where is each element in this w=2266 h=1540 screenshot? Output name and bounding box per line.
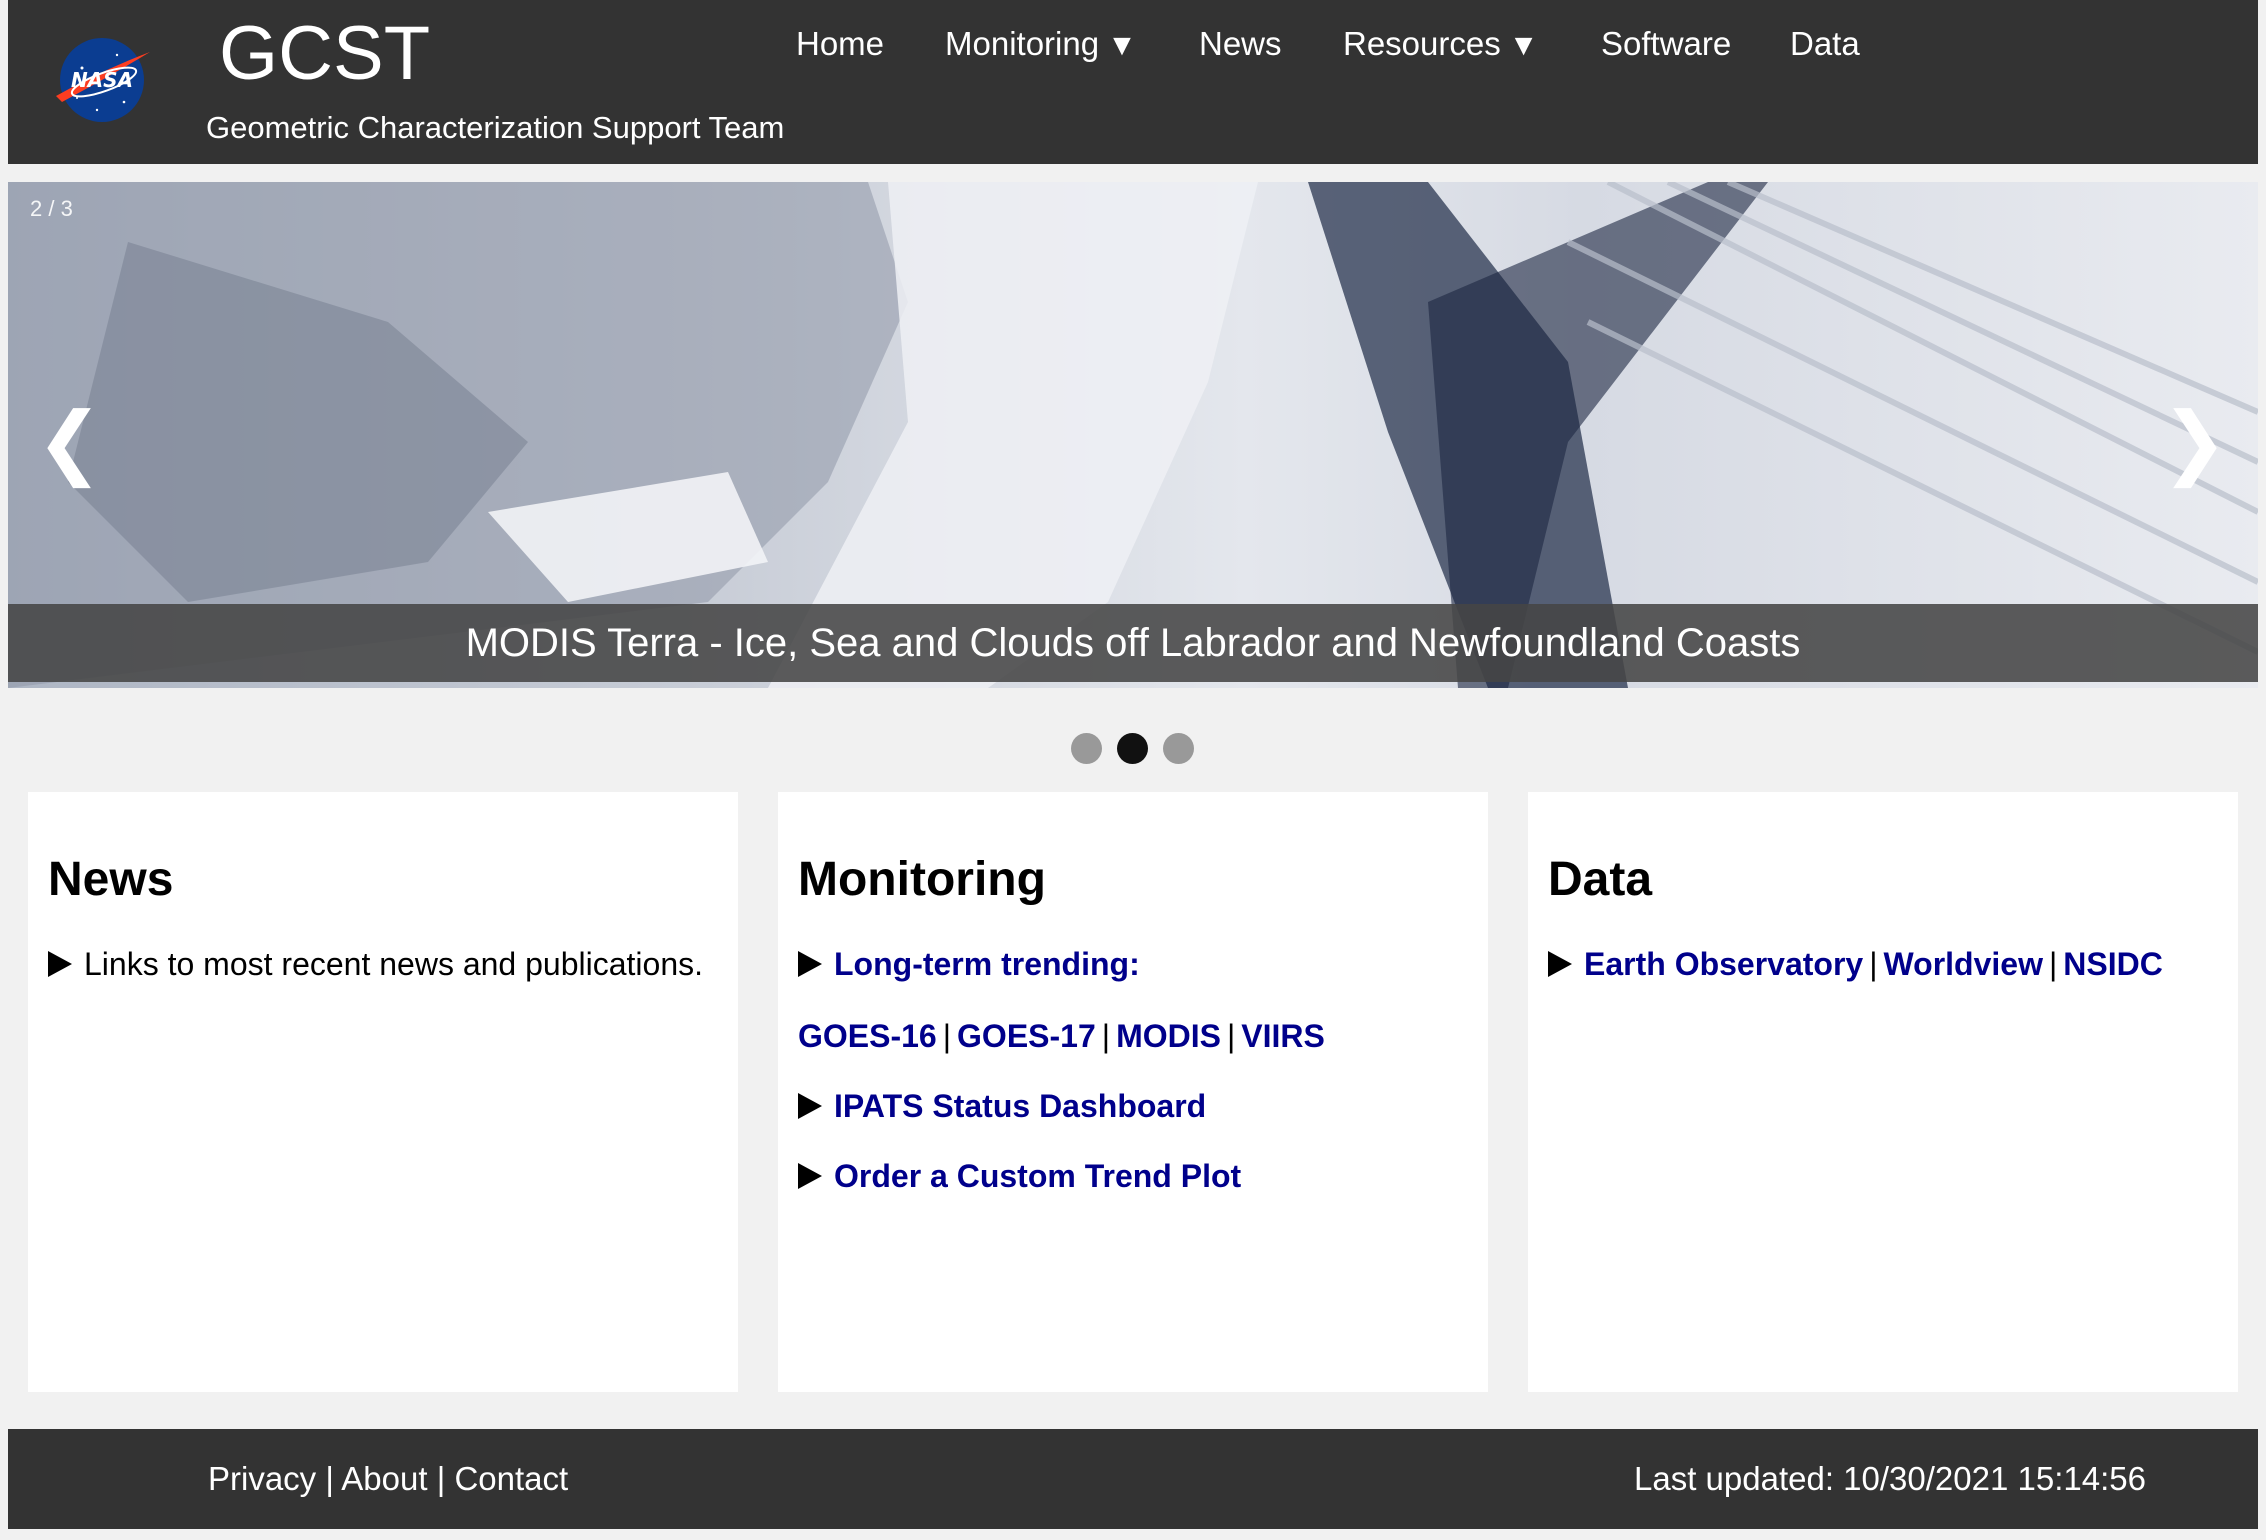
right-triangle-icon [798,951,822,977]
news-card-title: News [48,853,174,906]
nav-resources-dropdown[interactable]: Resources ▼ [1343,22,1538,68]
slide-dot-1[interactable] [1071,733,1102,764]
news-item: Links to most recent news and publicatio… [48,942,703,986]
caret-down-icon: ▼ [1107,29,1137,62]
site-title[interactable]: GCST [219,4,430,104]
trending-links-row: GOES-16 | GOES-17 | MODIS | VIIRS [798,1014,1325,1058]
nav-home[interactable]: Home [796,22,884,66]
logo-text: NASA [71,68,133,92]
data-card: Data Earth Observatory | Worldview | NSIDC [1528,792,2238,1392]
order-plot-item: Order a Custom Trend Plot [798,1154,1241,1198]
slide-caption: MODIS Terra - Ice, Sea and Clouds off La… [465,621,1801,665]
modis-link[interactable]: MODIS [1116,1018,1221,1054]
slide-counter: 2 / 3 [30,196,73,221]
next-slide-button[interactable]: ❯ [2161,402,2228,482]
site-subtitle: Geometric Characterization Support Team [206,110,785,145]
data-links-item: Earth Observatory | Worldview | NSIDC [1548,942,2163,986]
separator: | [1101,1018,1111,1054]
image-slideshow: 2 / 3 ❮ ❯ MODIS Terra - Ice, Sea and Clo… [8,182,2258,688]
caret-down-icon: ▼ [1508,29,1539,62]
slide-dot-2[interactable] [1117,733,1148,764]
right-triangle-icon [1548,951,1572,977]
news-item-text: Links to most recent news and publicatio… [84,946,703,982]
order-custom-trend-plot-link[interactable]: Order a Custom Trend Plot [834,1158,1241,1194]
ipats-item: IPATS Status Dashboard [798,1084,1206,1128]
about-link[interactable]: About [341,1460,427,1497]
data-card-title: Data [1548,853,1653,906]
long-term-trending-item: Long-term trending: [798,942,1140,986]
news-card: News Links to most recent news and publi… [28,792,738,1392]
nasa-logo-icon[interactable]: NASA [52,30,152,130]
separator: | [1869,946,1878,982]
nav-software[interactable]: Software [1601,22,1731,66]
monitoring-card: Monitoring Long-term trending: GOES-16 | G… [778,792,1488,1392]
goes17-link[interactable]: GOES-17 [957,1018,1096,1054]
separator: | [1226,1018,1236,1054]
nav-news-label: News [1199,25,1282,62]
contact-link[interactable]: Contact [454,1460,568,1497]
right-triangle-icon [798,1093,822,1119]
privacy-link[interactable]: Privacy [208,1460,316,1497]
earth-observatory-link[interactable]: Earth Observatory [1584,946,1863,982]
separator: | [2048,946,2058,982]
nav-data-label: Data [1790,25,1860,62]
separator: | [325,1460,334,1497]
nav-home-label: Home [796,25,885,62]
nav-resources-label: Resources [1343,25,1501,62]
worldview-link[interactable]: Worldview [1884,946,2043,982]
nav-software-label: Software [1601,25,1732,62]
monitoring-card-title: Monitoring [798,853,1046,906]
previous-slide-button[interactable]: ❮ [36,402,103,482]
nav-data[interactable]: Data [1790,22,1860,66]
nsidc-link[interactable]: NSIDC [2063,946,2163,982]
nav-news[interactable]: News [1199,22,1282,66]
separator: | [436,1460,446,1497]
long-term-trending-link[interactable]: Long-term trending: [834,946,1140,982]
nav-monitoring-label: Monitoring [945,25,1100,62]
goes16-link[interactable]: GOES-16 [798,1018,937,1054]
right-triangle-icon [798,1163,822,1189]
site-header: NASA GCST Geometric Characterization Sup… [8,0,2258,164]
slide-dot-3[interactable] [1163,733,1194,764]
ipats-dashboard-link[interactable]: IPATS Status Dashboard [834,1088,1206,1124]
site-footer: Privacy | About | Contact Last updated: … [8,1429,2258,1529]
slide-caption-bar: MODIS Terra - Ice, Sea and Clouds off La… [8,604,2258,682]
nav-monitoring-dropdown[interactable]: Monitoring ▼ [945,22,1137,68]
viirs-link[interactable]: VIIRS [1241,1018,1325,1054]
separator: | [942,1018,952,1054]
last-updated-text: Last updated: 10/30/2021 15:14:56 [1634,1460,2146,1497]
footer-links: Privacy | About | Contact [208,1457,568,1501]
right-triangle-icon [48,951,72,977]
